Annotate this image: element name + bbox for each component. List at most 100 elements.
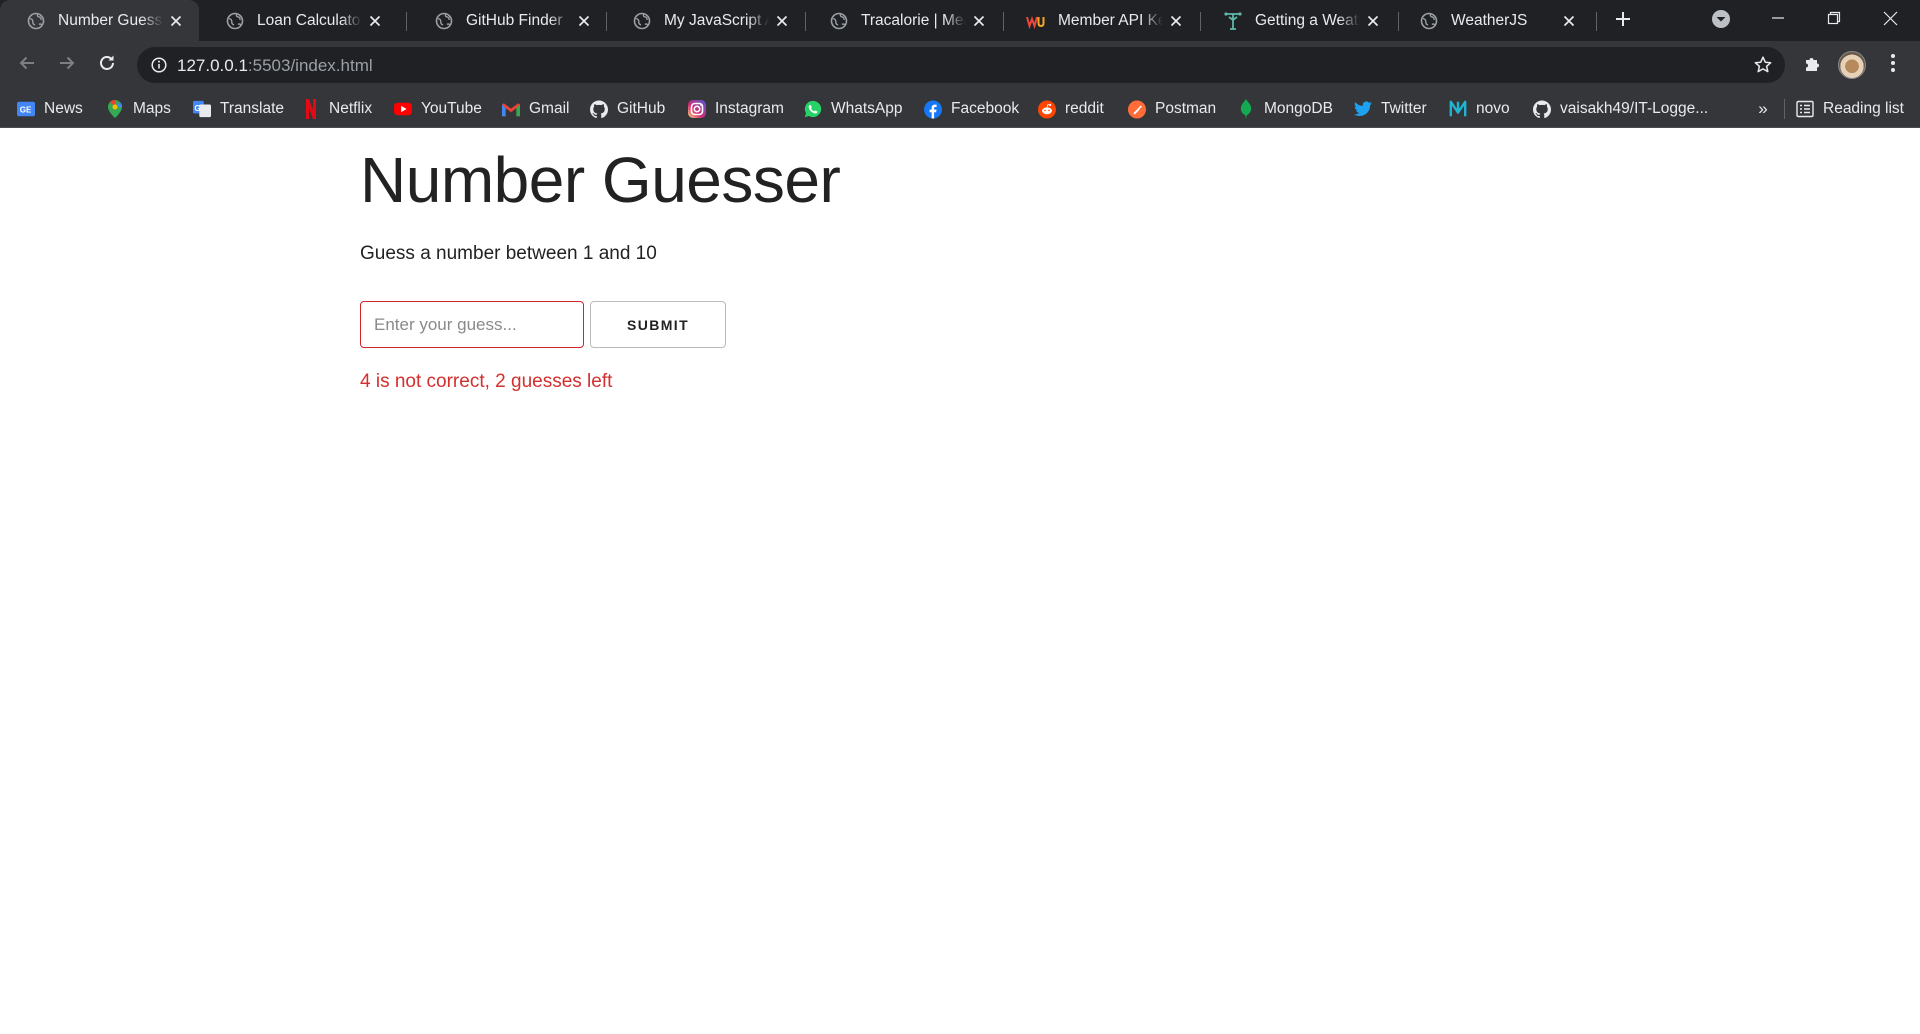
globe-icon xyxy=(26,11,46,31)
bookmark-label: vaisakh49/IT-Logge... xyxy=(1560,100,1709,117)
close-icon xyxy=(1883,11,1898,31)
tab-github-finder[interactable]: GitHub Finder xyxy=(408,0,607,41)
bookmark-label: Maps xyxy=(133,100,171,117)
browser-toolbar: 127.0.0.1:5503/index.html xyxy=(0,41,1920,89)
bookmark-label: Facebook xyxy=(951,100,1020,117)
bookmark-twitter[interactable]: Twitter xyxy=(1354,97,1427,121)
bookmark-postman[interactable]: Postman xyxy=(1128,97,1216,121)
bookmark-gmail[interactable]: Gmail xyxy=(502,97,569,121)
globe-icon xyxy=(1419,11,1439,31)
profile-avatar[interactable] xyxy=(1838,51,1866,79)
bookmark-reddit[interactable]: reddit xyxy=(1038,97,1104,121)
netflix-icon xyxy=(302,99,320,119)
close-tab-icon[interactable] xyxy=(1163,8,1189,34)
reading-list-icon xyxy=(1796,100,1814,118)
svg-text:GE: GE xyxy=(20,106,32,115)
back-button[interactable] xyxy=(10,48,44,82)
bookmarks-divider xyxy=(1784,99,1785,119)
tab-strip: Number Guesser Loan Calculator GitHub Fi… xyxy=(0,0,1920,41)
reddit-icon xyxy=(1038,100,1056,118)
bookmark-label: WhatsApp xyxy=(831,100,903,117)
tab-separator xyxy=(1596,12,1597,31)
menu-button[interactable] xyxy=(1876,48,1910,82)
facebook-icon xyxy=(924,100,942,118)
tab-my-javascript-app[interactable]: My JavaScript App xyxy=(606,0,805,41)
wunderground-icon xyxy=(1026,11,1046,31)
bookmark-star-icon[interactable] xyxy=(1751,53,1775,77)
instagram-icon xyxy=(688,100,706,118)
status-message: 4 is not correct, 2 guesses left xyxy=(360,371,613,392)
bookmark-instagram[interactable]: Instagram xyxy=(688,97,784,121)
close-tab-icon[interactable] xyxy=(1360,8,1386,34)
tab-member-api-keys[interactable]: Member API Keys xyxy=(1000,0,1199,41)
more-bookmarks-button[interactable]: » xyxy=(1752,97,1774,121)
tab-title: Number Guesser xyxy=(58,11,163,29)
page-title: Number Guesser xyxy=(360,144,841,216)
tab-weatherjs[interactable]: WeatherJS xyxy=(1393,0,1592,41)
forward-button[interactable] xyxy=(50,48,84,82)
tab-title: Loan Calculator xyxy=(257,11,362,29)
globe-icon xyxy=(632,11,652,31)
submit-button[interactable]: SUBMIT xyxy=(590,301,726,348)
google-news-icon: GE xyxy=(17,100,35,118)
extensions-button[interactable] xyxy=(1796,48,1830,82)
tab-title: Member API Keys xyxy=(1058,11,1163,29)
tab-title: WeatherJS xyxy=(1451,11,1528,29)
reload-button[interactable] xyxy=(90,48,124,82)
tab-loan-calculator[interactable]: Loan Calculator xyxy=(199,0,398,41)
close-tab-icon[interactable] xyxy=(571,8,597,34)
bookmark-label: YouTube xyxy=(421,100,482,117)
bookmark-youtube[interactable]: YouTube xyxy=(394,97,482,121)
arrow-right-icon xyxy=(57,53,77,78)
tab-number-guesser[interactable]: Number Guesser xyxy=(0,0,199,41)
github-icon xyxy=(1533,100,1551,118)
google-maps-icon xyxy=(106,100,124,118)
more-vert-icon xyxy=(1890,53,1896,78)
bookmark-translate[interactable]: G Translate xyxy=(193,97,284,121)
minimize-button[interactable] xyxy=(1750,0,1806,41)
tab-tracalorie[interactable]: Tracalorie | Meal & Calorie Tracker xyxy=(803,0,1002,41)
gmail-icon xyxy=(502,100,520,118)
tab-title: GitHub Finder xyxy=(466,11,563,29)
bookmark-label: Instagram xyxy=(715,100,784,117)
address-bar[interactable]: 127.0.0.1:5503/index.html xyxy=(137,47,1785,83)
instructions-text: Guess a number between 1 and 10 xyxy=(360,243,657,264)
guess-input[interactable] xyxy=(360,301,584,348)
restore-button[interactable] xyxy=(1806,0,1862,41)
bookmark-whatsapp[interactable]: WhatsApp xyxy=(804,97,903,121)
novo-icon xyxy=(1449,100,1467,118)
bookmark-label: News xyxy=(44,100,83,117)
url-path: :5503/index.html xyxy=(247,56,373,75)
close-window-button[interactable] xyxy=(1862,0,1918,41)
close-tab-icon[interactable] xyxy=(362,8,388,34)
new-tab-button[interactable] xyxy=(1608,6,1638,36)
tab-separator xyxy=(406,12,407,31)
close-tab-icon[interactable] xyxy=(1556,8,1582,34)
reading-list-button[interactable]: Reading list xyxy=(1796,97,1904,121)
reading-list-label: Reading list xyxy=(1823,100,1904,117)
postman-icon xyxy=(1128,100,1146,118)
url-host: 127.0.0.1 xyxy=(177,56,248,75)
close-tab-icon[interactable] xyxy=(163,8,189,34)
chevron-down-circle-icon xyxy=(1711,9,1731,34)
tab-search-button[interactable] xyxy=(1708,8,1734,34)
bookmark-label: novo xyxy=(1476,100,1510,117)
bookmark-github[interactable]: GitHub xyxy=(590,97,665,121)
close-tab-icon[interactable] xyxy=(769,8,795,34)
restore-icon xyxy=(1827,11,1841,30)
bookmark-news[interactable]: GE News xyxy=(17,97,83,121)
bookmark-novo[interactable]: novo xyxy=(1449,97,1510,121)
bookmark-label: Gmail xyxy=(529,100,570,117)
info-icon[interactable] xyxy=(147,53,171,77)
arrow-left-icon xyxy=(17,53,37,78)
bookmark-netflix[interactable]: Netflix xyxy=(302,97,372,121)
bookmark-it-logger[interactable]: vaisakh49/IT-Logge... xyxy=(1533,97,1708,121)
close-tab-icon[interactable] xyxy=(966,8,992,34)
bookmark-maps[interactable]: Maps xyxy=(106,97,171,121)
bookmark-mongodb[interactable]: MongoDB xyxy=(1237,97,1333,121)
url-text[interactable]: 127.0.0.1:5503/index.html xyxy=(177,56,373,76)
tab-weather-forecast[interactable]: Getting a Weather Forecast xyxy=(1197,0,1396,41)
bookmark-facebook[interactable]: Facebook xyxy=(924,97,1019,121)
whatsapp-icon xyxy=(804,100,822,118)
google-translate-icon: G xyxy=(193,100,211,118)
